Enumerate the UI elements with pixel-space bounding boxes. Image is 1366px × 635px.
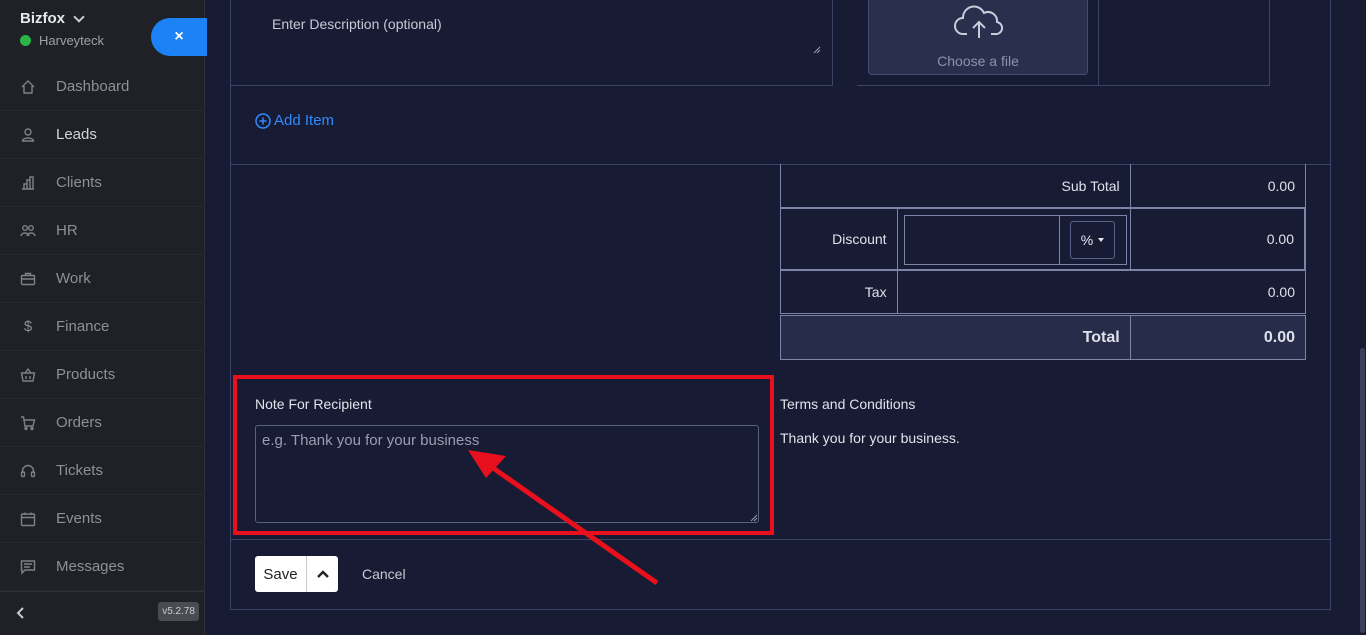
description-textarea[interactable]: Enter Description (optional) bbox=[272, 16, 442, 32]
discount-row: Discount 0.00 0 % bbox=[780, 208, 1306, 270]
users-icon bbox=[20, 223, 36, 239]
sidebar-item-tickets[interactable]: Tickets bbox=[0, 447, 205, 495]
scrollbar[interactable] bbox=[1358, 0, 1366, 635]
calendar-icon bbox=[20, 511, 36, 527]
sidebar-item-products[interactable]: Products bbox=[0, 351, 205, 399]
building-icon bbox=[20, 175, 36, 191]
version-badge: v5.2.78 bbox=[158, 602, 199, 621]
caret-down-icon bbox=[1098, 238, 1105, 242]
sidebar-item-leads[interactable]: Leads bbox=[0, 111, 205, 159]
scrollbar-thumb[interactable] bbox=[1360, 348, 1365, 633]
sidebar-item-hr[interactable]: HR bbox=[0, 207, 205, 255]
online-status-dot bbox=[20, 35, 31, 46]
sidebar-nav: Dashboard Leads Clients HR Work $ Financ… bbox=[0, 63, 205, 591]
sidebar-item-label: Tickets bbox=[56, 462, 103, 479]
tax-value: 0.00 bbox=[1267, 284, 1295, 300]
sidebar-item-clients[interactable]: Clients bbox=[0, 159, 205, 207]
sidebar-item-orders[interactable]: Orders bbox=[0, 399, 205, 447]
chevron-left-icon[interactable] bbox=[14, 606, 28, 620]
save-button-group: Save bbox=[255, 556, 338, 592]
sidebar-item-label: HR bbox=[56, 222, 78, 239]
tax-row: Tax 0.00 bbox=[780, 270, 1306, 314]
user-icon bbox=[20, 127, 36, 143]
headset-icon bbox=[20, 463, 36, 479]
item-extra-cell bbox=[1099, 0, 1270, 86]
add-item-link[interactable]: Add Item bbox=[255, 112, 334, 129]
description-cell: Enter Description (optional) bbox=[230, 0, 833, 86]
total-row: Total 0.00 bbox=[780, 315, 1306, 360]
cart-icon bbox=[20, 415, 36, 431]
divider bbox=[230, 539, 1331, 540]
sidebar-item-messages[interactable]: Messages bbox=[0, 543, 205, 591]
total-label: Total bbox=[781, 316, 1131, 359]
sidebar-item-work[interactable]: Work bbox=[0, 255, 205, 303]
sidebar-item-events[interactable]: Events bbox=[0, 495, 205, 543]
sidebar: Bizfox Harveyteck × Dashboard Leads Clie… bbox=[0, 0, 207, 635]
chevron-down-icon bbox=[73, 10, 85, 23]
main-content: Enter Description (optional) Choose a fi… bbox=[206, 0, 1366, 635]
sidebar-item-label: Dashboard bbox=[56, 78, 130, 95]
chevron-up-icon bbox=[316, 570, 329, 578]
tax-label: Tax bbox=[781, 271, 898, 313]
sidebar-item-label: Orders bbox=[56, 414, 102, 431]
brand-name: Bizfox bbox=[20, 10, 65, 27]
save-options-button[interactable] bbox=[307, 556, 338, 592]
basket-icon bbox=[20, 367, 36, 383]
discount-input[interactable]: 0 bbox=[904, 215, 1060, 265]
add-item-label: Add Item bbox=[274, 112, 335, 129]
total-value: 0.00 bbox=[1263, 328, 1295, 346]
workspace-name: Harveyteck bbox=[39, 33, 105, 48]
sidebar-item-finance[interactable]: $ Finance bbox=[0, 303, 205, 351]
dollar-icon: $ bbox=[23, 318, 33, 335]
sidebar-item-dashboard[interactable]: Dashboard bbox=[0, 63, 205, 111]
sidebar-item-label: Clients bbox=[56, 174, 102, 191]
sidebar-item-label: Products bbox=[56, 366, 116, 383]
terms-text: Thank you for your business. bbox=[780, 430, 960, 446]
cloud-upload-icon bbox=[954, 5, 1004, 38]
home-icon bbox=[20, 79, 36, 95]
brand[interactable]: Bizfox Harveyteck bbox=[20, 10, 104, 48]
plus-circle-icon bbox=[255, 112, 271, 129]
discount-type-select[interactable]: % bbox=[1070, 221, 1115, 259]
sidebar-item-label: Messages bbox=[56, 558, 125, 575]
terms-label: Terms and Conditions bbox=[780, 396, 916, 412]
subtotal-row: Sub Total 0.00 bbox=[780, 164, 1306, 208]
sidebar-item-label: Events bbox=[56, 510, 102, 527]
subtotal-value: 0.00 bbox=[1267, 177, 1295, 194]
message-icon bbox=[20, 559, 36, 575]
sidebar-footer: v5.2.78 bbox=[0, 591, 205, 635]
subtotal-label: Sub Total bbox=[781, 164, 1131, 207]
sidebar-item-label: Finance bbox=[56, 318, 110, 335]
discount-label: Discount bbox=[781, 209, 898, 269]
close-sidebar-button[interactable]: × bbox=[151, 18, 207, 56]
choose-file-label: Choose a file bbox=[937, 53, 1019, 69]
sidebar-item-label: Work bbox=[56, 270, 91, 287]
discount-value: 0.00 bbox=[1131, 209, 1305, 269]
choose-file-button[interactable]: Choose a file bbox=[868, 0, 1088, 75]
save-button[interactable]: Save bbox=[255, 556, 307, 592]
sidebar-item-label: Leads bbox=[56, 126, 97, 143]
highlight-box bbox=[233, 375, 774, 535]
cancel-button[interactable]: Cancel bbox=[362, 566, 406, 582]
resize-handle-icon[interactable] bbox=[813, 46, 821, 54]
briefcase-icon bbox=[20, 271, 36, 287]
